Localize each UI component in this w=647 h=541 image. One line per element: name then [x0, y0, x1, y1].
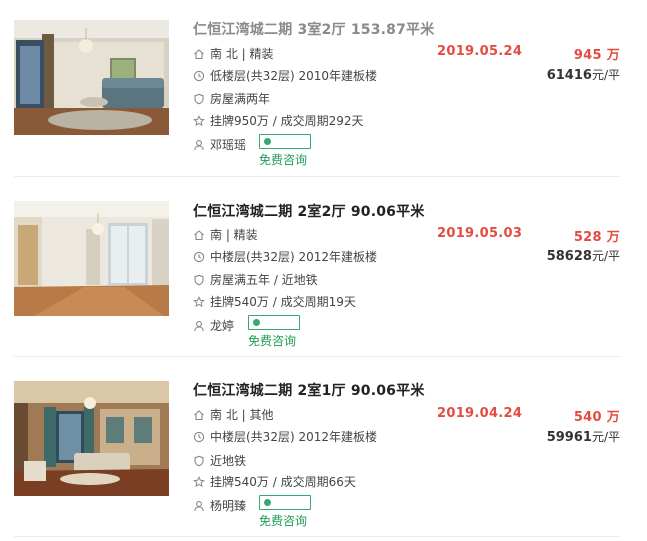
orientation-decoration: 南 北 | 精装: [210, 47, 274, 61]
unit-price-suffix: 元/平: [591, 249, 620, 263]
deal-date: 2019.05.24: [437, 44, 523, 59]
price-number: 540: [573, 410, 602, 425]
person-icon: [193, 139, 205, 151]
unit-price: 58628元/平: [547, 247, 620, 264]
floor-year: 中楼层(共32层) 2012年建板楼: [210, 250, 377, 264]
shield-icon: [193, 93, 205, 105]
agent-row: 杨明臻: [193, 497, 246, 514]
tags: 房屋满两年: [210, 92, 271, 106]
house-icon: [193, 48, 205, 60]
agent-name[interactable]: 杨明臻: [210, 497, 246, 514]
listing-tags: 房屋满两年: [193, 90, 270, 107]
free-consult-link[interactable]: 免费咨询: [259, 151, 307, 168]
chat-button[interactable]: [259, 134, 311, 149]
unit-price: 59961元/平: [547, 428, 620, 445]
unit-price-number: 59961: [546, 430, 592, 445]
floor-year: 中楼层(共32层) 2012年建板楼: [210, 430, 377, 444]
listing-price-cycle: 挂牌540万 / 成交周期66天: [210, 475, 356, 489]
clock-icon: [193, 70, 205, 82]
clock-icon: [193, 251, 205, 263]
unit-price-number: 61416: [546, 68, 592, 83]
listing-price-cycle: 挂牌950万 / 成交周期292天: [210, 114, 364, 128]
listing-tags: 近地铁: [193, 452, 246, 469]
star-icon: [193, 295, 205, 308]
unit-price-suffix: 元/平: [591, 68, 620, 82]
price-unit: 万: [606, 230, 620, 245]
star-icon: [193, 114, 205, 127]
chat-icon: [264, 499, 271, 506]
listing-title[interactable]: 仁恒江湾城二期 2室1厅 90.06平米: [193, 380, 425, 400]
floor-year: 低楼层(共32层) 2010年建板楼: [210, 69, 377, 83]
listing-cycle: 挂牌950万 / 成交周期292天: [193, 112, 363, 129]
listing-attributes: 南 北 | 精装: [193, 45, 274, 62]
chat-button[interactable]: [259, 495, 311, 510]
total-price: 945 万: [574, 44, 620, 63]
price-unit: 万: [606, 410, 620, 425]
divider: [14, 176, 620, 177]
floor-info: 中楼层(共32层) 2012年建板楼: [193, 248, 377, 265]
listing-3[interactable]: 仁恒江湾城二期 2室1厅 90.06平米 南 北 | 其他 中楼层(共32层) …: [0, 360, 647, 540]
deal-date: 2019.05.03: [437, 226, 523, 241]
free-consult-link[interactable]: 免费咨询: [259, 512, 307, 529]
price-unit: 万: [606, 48, 620, 63]
agent-row: 邓瑶瑶: [193, 136, 246, 153]
floor-info: 低楼层(共32层) 2010年建板楼: [193, 67, 377, 84]
listing-tags: 房屋满五年 / 近地铁: [193, 271, 318, 288]
listing-title[interactable]: 仁恒江湾城二期 3室2厅 153.87平米: [193, 19, 434, 39]
shield-icon: [193, 455, 205, 467]
tags: 近地铁: [210, 454, 247, 468]
shield-icon: [193, 274, 205, 286]
listing-cycle: 挂牌540万 / 成交周期19天: [193, 293, 356, 310]
divider: [14, 356, 620, 357]
chat-icon: [264, 138, 271, 145]
listing-photo[interactable]: [14, 201, 169, 316]
unit-price-number: 58628: [546, 249, 592, 264]
deal-date: 2019.04.24: [437, 406, 523, 421]
price-number: 528: [573, 230, 602, 245]
listing-price-cycle: 挂牌540万 / 成交周期19天: [210, 295, 356, 309]
listing-title[interactable]: 仁恒江湾城二期 2室2厅 90.06平米: [193, 201, 425, 221]
floor-info: 中楼层(共32层) 2012年建板楼: [193, 428, 377, 445]
listing-attributes: 南 | 精装: [193, 226, 258, 243]
agent-name[interactable]: 龙婷: [210, 317, 234, 334]
listing-2[interactable]: 仁恒江湾城二期 2室2厅 90.06平米 南 | 精装 中楼层(共32层) 20…: [0, 180, 647, 360]
person-icon: [193, 500, 205, 512]
total-price: 540 万: [574, 406, 620, 425]
listing-photo[interactable]: [14, 20, 169, 135]
orientation-decoration: 南 北 | 其他: [210, 408, 274, 422]
chat-icon: [253, 319, 260, 326]
listing-photo[interactable]: [14, 381, 169, 496]
listing-attributes: 南 北 | 其他: [193, 406, 274, 423]
unit-price-suffix: 元/平: [591, 430, 620, 444]
divider: [14, 536, 620, 537]
total-price: 528 万: [574, 226, 620, 245]
chat-button[interactable]: [248, 315, 300, 330]
tags: 房屋满五年 / 近地铁: [210, 273, 318, 287]
house-icon: [193, 409, 205, 421]
listing-1[interactable]: 仁恒江湾城二期 3室2厅 153.87平米 南 北 | 精装 低楼层(共32层)…: [0, 0, 647, 180]
agent-name[interactable]: 邓瑶瑶: [210, 136, 246, 153]
person-icon: [193, 320, 205, 332]
orientation-decoration: 南 | 精装: [210, 228, 258, 242]
unit-price: 61416元/平: [547, 66, 620, 83]
listing-cycle: 挂牌540万 / 成交周期66天: [193, 473, 356, 490]
clock-icon: [193, 431, 205, 443]
star-icon: [193, 475, 205, 488]
price-number: 945: [573, 48, 602, 63]
house-icon: [193, 229, 205, 241]
free-consult-link[interactable]: 免费咨询: [248, 332, 296, 349]
agent-row: 龙婷: [193, 317, 234, 334]
